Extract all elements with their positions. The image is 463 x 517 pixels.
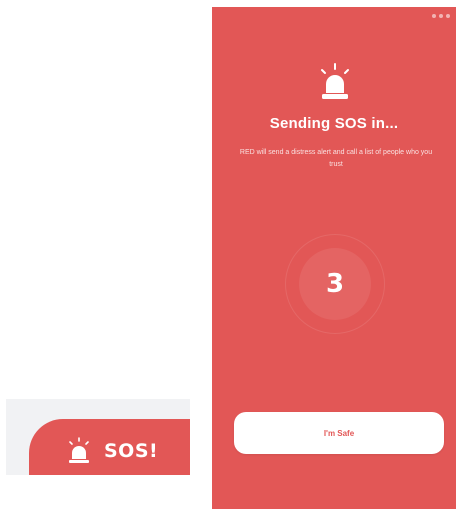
siren-icon xyxy=(321,63,349,99)
page-title: Sending SOS in... xyxy=(269,115,399,132)
sos-button[interactable]: SOS! xyxy=(29,419,190,475)
sos-card: SOS! xyxy=(6,399,190,475)
im-safe-button[interactable]: I'm Safe xyxy=(234,412,444,454)
siren-icon xyxy=(69,437,89,463)
countdown-timer: 3 xyxy=(285,234,385,334)
page-subtitle: RED will send a distress alert and call … xyxy=(239,149,433,168)
status-indicators xyxy=(432,14,450,18)
countdown-number: 3 xyxy=(325,269,345,299)
sos-countdown-screen: Sending SOS in... RED will send a distre… xyxy=(212,7,456,509)
sos-label: SOS! xyxy=(104,440,159,462)
